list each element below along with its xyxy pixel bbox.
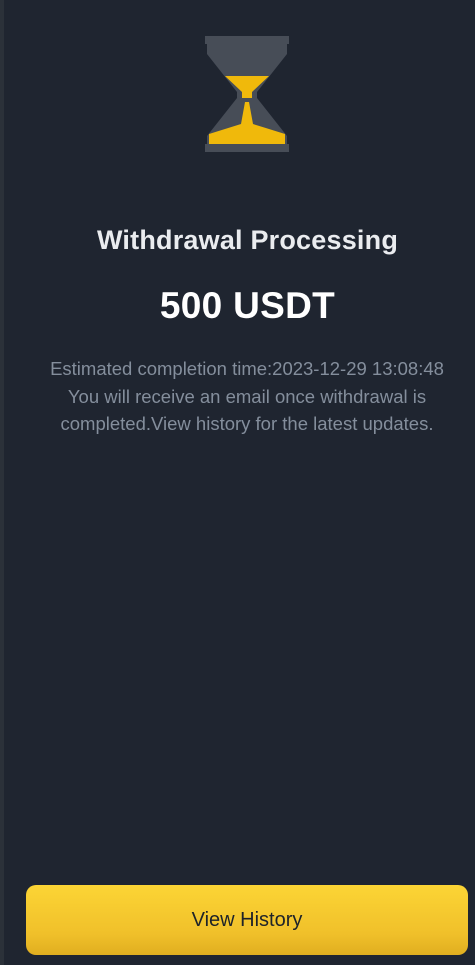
hourglass-icon — [205, 36, 289, 152]
estimated-completion-text: Estimated completion time:2023-12-29 13:… — [50, 358, 444, 379]
notice-line-2: completed.View history for the latest up… — [60, 413, 434, 434]
view-history-button[interactable]: View History — [26, 885, 468, 955]
withdrawal-amount: 500 USDT — [159, 285, 336, 326]
withdrawal-status-screen: Withdrawal Processing 500 USDT Estimated… — [0, 0, 475, 965]
view-history-label: View History — [191, 909, 303, 931]
status-title: Withdrawal Processing — [96, 225, 399, 255]
status-description: Estimated completion time:2023-12-29 13:… — [14, 355, 475, 438]
left-edge-divider — [0, 0, 4, 965]
notice-line-1: You will receive an email once withdrawa… — [67, 385, 427, 407]
